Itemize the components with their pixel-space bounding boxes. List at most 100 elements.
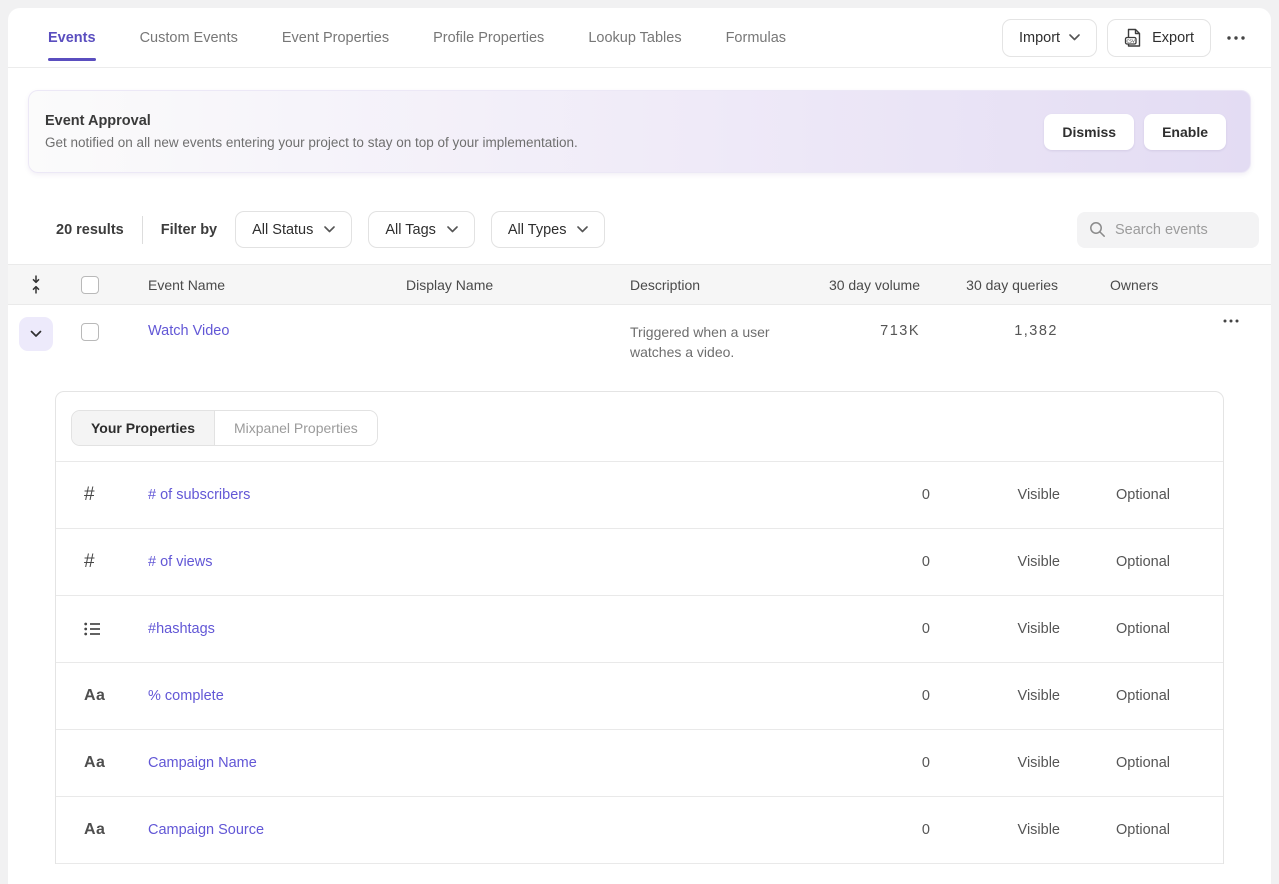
status-filter-label: All Status [252,222,313,238]
results-count: 20 results [56,222,124,238]
tab-profile-properties[interactable]: Profile Properties [433,30,544,46]
import-button[interactable]: Import [1002,19,1097,57]
property-name-link[interactable]: % complete [148,688,810,704]
property-requirement: Optional [1060,621,1170,637]
property-requirement: Optional [1060,487,1170,503]
property-row: Aa % complete 0 Visible Optional [56,663,1223,730]
filter-by-label: Filter by [161,222,217,238]
types-filter-label: All Types [508,222,567,238]
tags-filter-dropdown[interactable]: All Tags [368,211,475,248]
list-type-icon [84,622,101,636]
tab-formulas[interactable]: Formulas [726,30,786,46]
dismiss-button[interactable]: Dismiss [1044,114,1134,150]
event-30-day-queries: 1,382 [1014,323,1058,339]
property-name-link[interactable]: #hashtags [148,621,810,637]
property-requirement: Optional [1060,688,1170,704]
property-requirement: Optional [1060,755,1170,771]
filter-bar: 20 results Filter by All Status All Tags… [8,211,1271,248]
text-type-icon: Aa [84,687,105,705]
property-name-link[interactable]: Campaign Name [148,755,810,771]
property-visibility: Visible [930,822,1060,838]
export-button-label: Export [1152,30,1194,46]
search-icon [1089,221,1106,238]
property-volume: 0 [810,487,930,503]
types-filter-dropdown[interactable]: All Types [491,211,606,248]
event-approval-banner: Event Approval Get notified on all new e… [28,90,1251,173]
collapse-all-button[interactable] [8,275,64,294]
collapse-row-button[interactable] [19,317,53,351]
chevron-down-icon [1069,34,1080,41]
tab-your-properties[interactable]: Your Properties [72,411,215,445]
property-row: #hashtags 0 Visible Optional [56,596,1223,663]
banner-title: Event Approval [45,113,578,129]
tab-lookup-tables[interactable]: Lookup Tables [588,30,681,46]
property-volume: 0 [810,688,930,704]
property-visibility: Visible [930,554,1060,570]
search-events-input[interactable] [1115,222,1245,238]
event-description: Triggered when a user watches a video. [630,322,790,362]
property-visibility: Visible [930,755,1060,771]
property-requirement: Optional [1060,554,1170,570]
chevron-down-icon [447,226,458,233]
property-row: # # of subscribers 0 Visible Optional [56,462,1223,529]
tab-custom-events[interactable]: Custom Events [140,30,238,46]
property-visibility: Visible [930,688,1060,704]
column-header-event-name[interactable]: Event Name [148,277,406,293]
properties-tab-bar: Your Properties Mixpanel Properties [56,392,1223,462]
event-30-day-volume: 713K [880,323,920,339]
text-type-icon: Aa [84,821,105,839]
property-requirement: Optional [1060,822,1170,838]
status-filter-dropdown[interactable]: All Status [235,211,352,248]
main-content: Events Custom Events Event Properties Pr… [8,8,1271,884]
property-volume: 0 [810,822,930,838]
text-type-icon: Aa [84,754,105,772]
search-events-box[interactable] [1077,212,1259,248]
row-checkbox[interactable] [81,323,99,341]
enable-button[interactable]: Enable [1144,114,1226,150]
properties-segmented-control: Your Properties Mixpanel Properties [71,410,378,446]
chevron-down-icon [577,226,588,233]
property-name-link[interactable]: # of subscribers [148,487,810,503]
events-table-header: Event Name Display Name Description 30 d… [8,264,1271,305]
property-volume: 0 [810,755,930,771]
tab-mixpanel-properties[interactable]: Mixpanel Properties [215,411,377,445]
collapse-all-icon [30,275,42,294]
column-header-30-day-volume[interactable]: 30 day volume [820,277,920,293]
tags-filter-label: All Tags [385,222,436,238]
column-header-30-day-queries[interactable]: 30 day queries [920,277,1058,293]
number-type-icon: # [84,551,95,573]
chevron-down-icon [324,226,335,233]
banner-actions: Dismiss Enable [1044,114,1226,150]
property-visibility: Visible [930,621,1060,637]
csv-file-icon: csv [1124,28,1143,48]
event-name-link[interactable]: Watch Video [148,323,229,339]
export-button[interactable]: csv Export [1107,19,1211,57]
ellipsis-icon [1223,319,1239,323]
nav-tabs: Events Custom Events Event Properties Pr… [48,30,786,46]
property-row: # # of views 0 Visible Optional [56,529,1223,596]
column-header-description[interactable]: Description [630,277,820,293]
more-options-button[interactable] [1221,32,1251,44]
tab-events[interactable]: Events [48,30,96,46]
banner-description: Get notified on all new events entering … [45,135,578,150]
property-row: Aa Campaign Name 0 Visible Optional [56,730,1223,797]
nav-actions: Import csv Export [1002,19,1251,57]
tab-event-properties[interactable]: Event Properties [282,30,389,46]
property-name-link[interactable]: Campaign Source [148,822,810,838]
property-visibility: Visible [930,487,1060,503]
property-volume: 0 [810,621,930,637]
column-header-display-name[interactable]: Display Name [406,277,630,293]
banner-text: Event Approval Get notified on all new e… [45,113,578,150]
event-properties-panel: Your Properties Mixpanel Properties # # … [55,391,1224,864]
property-row: Aa Campaign Source 0 Visible Optional [56,797,1223,864]
ellipsis-icon [1227,36,1245,40]
row-more-options-button[interactable] [1217,315,1245,327]
column-header-owners[interactable]: Owners [1058,277,1198,293]
top-navigation: Events Custom Events Event Properties Pr… [8,8,1271,68]
divider [142,216,143,244]
property-name-link[interactable]: # of views [148,554,810,570]
chevron-down-icon [30,330,42,338]
svg-text:csv: csv [1126,38,1135,44]
number-type-icon: # [84,484,95,506]
select-all-checkbox[interactable] [81,276,99,294]
